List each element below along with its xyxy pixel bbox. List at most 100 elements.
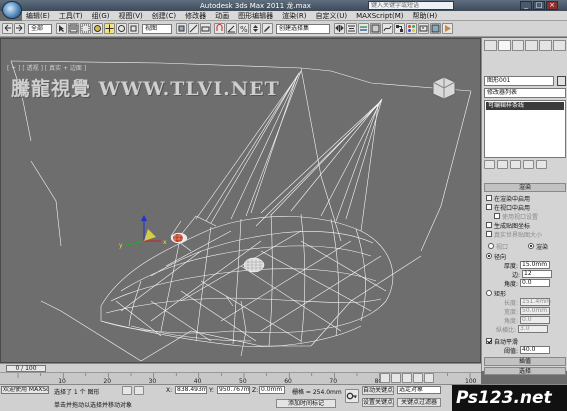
spinner-snap-icon[interactable] <box>250 23 261 34</box>
menu-item[interactable]: 创建(C) <box>152 11 176 20</box>
radial-radio[interactable]: 径向 <box>486 252 506 261</box>
pin-stack-icon[interactable] <box>484 160 495 169</box>
viewcube-icon[interactable] <box>431 75 457 101</box>
manipulate-icon[interactable] <box>188 23 199 34</box>
make-unique-icon[interactable] <box>510 160 521 169</box>
rollout-render-header[interactable]: 渲染 <box>484 183 566 192</box>
close-button[interactable]: × <box>546 1 558 10</box>
option-generate-mapping[interactable]: 生成贴图坐标 <box>486 221 530 230</box>
pivot-center-icon[interactable] <box>176 23 187 34</box>
select-rotate-icon[interactable] <box>116 23 127 34</box>
checkbox[interactable] <box>486 195 492 201</box>
stack-item-editable-spline[interactable]: 可编辑样条线 <box>486 102 564 110</box>
modify-tab-icon[interactable] <box>497 40 511 51</box>
percent-snap-icon[interactable]: % <box>238 23 249 34</box>
option-enable-in-viewport[interactable]: 在视口中启用 <box>486 203 530 212</box>
select-object-icon[interactable] <box>56 23 67 34</box>
utilities-tab-icon[interactable] <box>553 40 566 51</box>
edit-named-selection-icon[interactable] <box>262 23 273 34</box>
display-tab-icon[interactable] <box>539 40 553 51</box>
menu-item[interactable]: 动画 <box>215 11 229 20</box>
checkbox[interactable] <box>486 204 492 210</box>
search-input[interactable]: 键入关键字或短语 <box>368 1 454 10</box>
key-filters-button[interactable]: 关键点过滤器 <box>397 398 441 407</box>
radial-thickness-field[interactable]: 15.0mm <box>520 261 551 269</box>
threshold-field[interactable]: 40.0 <box>520 346 551 354</box>
set-key-button[interactable]: 设置关键点 <box>362 398 394 407</box>
auto-smooth-checkbox[interactable]: 自动平滑 <box>486 337 518 346</box>
keyboard-shortcut-icon[interactable] <box>200 23 211 34</box>
radial-angle-field[interactable]: 0.0 <box>520 279 551 287</box>
align-icon[interactable] <box>346 23 357 34</box>
menu-item[interactable]: 编辑(E) <box>26 11 50 20</box>
play-icon[interactable] <box>402 373 412 383</box>
minimize-button[interactable]: _ <box>520 1 532 10</box>
y-coordinate-field[interactable]: 950.767m <box>217 386 250 394</box>
viewport-label[interactable]: [ + ] [ 透视 ] [ 真实 + 边面 ] <box>7 63 86 72</box>
configure-sets-icon[interactable] <box>536 160 547 169</box>
previous-frame-icon[interactable] <box>391 373 401 383</box>
angle-snap-icon[interactable] <box>226 23 237 34</box>
menu-item[interactable]: 组(G) <box>92 11 110 20</box>
modifier-stack[interactable]: 可编辑样条线 <box>484 100 566 158</box>
region-select-icon[interactable] <box>80 23 91 34</box>
radial-sides-field[interactable]: 12 <box>522 270 553 278</box>
perspective-viewport[interactable]: y x [ + ] [ 透视 ] [ 真实 + 边面 ] 騰龍視覺 WWW.TL… <box>0 38 481 363</box>
absolute-mode-icon[interactable] <box>134 386 144 395</box>
time-slider-thumb[interactable]: 0 / 100 <box>6 365 46 372</box>
select-by-name-icon[interactable] <box>68 23 79 34</box>
app-logo-icon[interactable] <box>2 1 22 19</box>
curve-editor-icon[interactable] <box>382 23 393 34</box>
auto-key-button[interactable]: 自动关键点 <box>362 386 394 395</box>
select-scale-icon[interactable] <box>128 23 139 34</box>
remove-modifier-icon[interactable] <box>523 160 534 169</box>
rect-angle-field[interactable]: 0.0 <box>520 316 551 324</box>
checkbox[interactable] <box>486 222 492 228</box>
object-color-swatch[interactable] <box>557 76 566 86</box>
render-setup-icon[interactable] <box>418 23 429 34</box>
mirror-icon[interactable] <box>334 23 345 34</box>
render-production-icon[interactable] <box>442 23 453 34</box>
graphite-tools-icon[interactable] <box>370 23 381 34</box>
coord-system-dropdown[interactable]: 视图 <box>142 24 172 34</box>
object-name-field[interactable]: 图形001 <box>484 76 554 86</box>
menu-item[interactable]: 视图(V) <box>119 11 143 20</box>
schematic-view-icon[interactable] <box>394 23 405 34</box>
checkbox[interactable] <box>494 213 500 219</box>
motion-tab-icon[interactable] <box>525 40 539 51</box>
checkbox[interactable] <box>486 231 492 237</box>
rendered-frame-icon[interactable] <box>430 23 441 34</box>
menu-item[interactable]: 修改器 <box>185 11 206 20</box>
layer-manager-icon[interactable] <box>358 23 369 34</box>
material-editor-icon[interactable] <box>406 23 417 34</box>
select-move-icon[interactable] <box>104 23 115 34</box>
menu-item[interactable]: 自定义(U) <box>315 11 347 20</box>
menu-item[interactable]: 帮助(H) <box>413 11 438 20</box>
menu-item[interactable]: 渲染(R) <box>282 11 306 20</box>
go-to-end-icon[interactable] <box>424 373 434 383</box>
window-crossing-icon[interactable] <box>92 23 103 34</box>
option-use-viewport-settings[interactable]: 使用视口设置 <box>494 212 538 221</box>
rollout-interpolation-header[interactable]: 插值 <box>484 357 566 366</box>
maxscript-listener[interactable]: 欢迎使用 MAXSc <box>1 386 49 394</box>
menu-item[interactable]: 图形编辑器 <box>238 11 273 20</box>
key-mode-dropdown[interactable]: 选定对象 <box>397 386 441 394</box>
go-to-start-icon[interactable] <box>380 373 390 383</box>
maximize-button[interactable]: □ <box>533 1 545 10</box>
rollout-selection-header[interactable]: 选择 <box>484 367 566 375</box>
option-enable-in-renderer[interactable]: 在渲染中启用 <box>486 194 530 203</box>
mode-render-radio[interactable]: 渲染 <box>528 242 548 251</box>
create-tab-icon[interactable] <box>484 40 497 51</box>
add-time-tag-button[interactable]: 添加时间标记 <box>276 399 336 408</box>
show-end-result-icon[interactable] <box>497 160 508 169</box>
mode-viewport-radio[interactable]: 视口 <box>488 242 508 251</box>
time-slider[interactable]: 0 / 100 <box>0 363 481 372</box>
next-frame-icon[interactable] <box>413 373 423 383</box>
set-key-icon[interactable] <box>345 389 359 403</box>
rect-length-field[interactable]: 151.4mm <box>520 298 551 306</box>
selection-filter-dropdown[interactable]: 全部 <box>28 24 52 34</box>
rect-width-field[interactable]: 50.0mm <box>520 307 551 315</box>
z-coordinate-field[interactable]: 0.0mm <box>259 386 285 394</box>
redo-icon[interactable] <box>14 23 25 34</box>
modifier-list-dropdown[interactable]: 修改器列表 <box>484 88 566 98</box>
